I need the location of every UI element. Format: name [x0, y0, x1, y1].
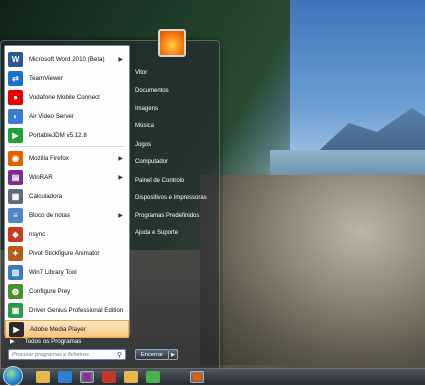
user-picture[interactable]	[158, 29, 186, 57]
program-label: Win7 Library Tool	[29, 268, 77, 276]
right-link[interactable]: Ajuda e Suporte	[135, 226, 217, 240]
program-item[interactable]: ◉ Mozilla Firefox ▶	[5, 149, 129, 167]
wallpaper-stone-shore	[200, 175, 425, 365]
filezilla-icon[interactable]	[102, 371, 116, 383]
search-input[interactable]: Procurar programas e ficheiros ⚲	[8, 349, 126, 360]
right-link[interactable]: Documentos	[135, 84, 217, 98]
folder-icon[interactable]	[124, 371, 138, 383]
program-label: Adobe Media Player	[30, 325, 86, 333]
firefox-taskbar-glyph	[193, 373, 201, 381]
shutdown-options-button[interactable]: ▶	[169, 349, 178, 360]
media-player-icon[interactable]	[58, 371, 72, 383]
airvideo-icon: ◐	[8, 108, 23, 124]
program-item[interactable]: ▤ WinRAR ▶	[5, 168, 129, 186]
program-label: Pivot Stickfigure Animator	[29, 249, 100, 257]
chrome-icon[interactable]	[146, 371, 160, 383]
pivot-icon: ✦	[8, 245, 23, 261]
program-item[interactable]: ⇄ TeamViewer	[5, 69, 129, 87]
shutdown-button[interactable]: Encerrar	[135, 349, 169, 360]
submenu-arrow-icon[interactable]: ▶	[118, 212, 123, 219]
right-link[interactable]: Jogos	[135, 138, 217, 152]
program-item[interactable]: ≡ Bloco de notas ▶	[5, 206, 129, 224]
firefox-taskbar-icon[interactable]	[190, 371, 204, 383]
winrar-taskbar-icon[interactable]	[80, 371, 94, 383]
program-item[interactable]: ▥ Win7 Library Tool	[5, 263, 129, 281]
program-item[interactable]: ✦ Pivot Stickfigure Animator	[5, 244, 129, 262]
driver-genius-icon: ▣	[8, 302, 23, 318]
program-label: Mozilla Firefox	[29, 154, 69, 162]
program-label: WinRAR	[29, 173, 53, 181]
right-link[interactable]: Computador	[135, 155, 217, 169]
program-item[interactable]: ◆ nsync	[5, 225, 129, 243]
triangle-right-icon: ▶	[10, 338, 15, 345]
vodafone-icon: ●	[8, 89, 23, 105]
right-link[interactable]: Painel de Controlo	[135, 174, 217, 188]
program-item[interactable]: ◍ Configure Prey	[5, 282, 129, 300]
program-label: nsync	[29, 230, 46, 238]
jdm-icon: ▶	[8, 127, 23, 143]
program-label: Air Video Server	[29, 112, 74, 120]
firefox-icon: ◉	[8, 150, 23, 166]
winrar-icon: ▤	[8, 169, 23, 185]
right-link[interactable]: Imagens	[135, 102, 217, 116]
right-link[interactable]: Vitor	[135, 66, 217, 80]
teamviewer-icon: ⇄	[8, 70, 23, 86]
program-item[interactable]: ▦ Calculadora	[5, 187, 129, 205]
right-link[interactable]: Música	[135, 119, 217, 133]
submenu-arrow-icon[interactable]: ▶	[118, 155, 123, 162]
all-programs-label: Todos os Programas	[24, 337, 82, 345]
program-item[interactable]: ◐ Air Video Server	[5, 107, 129, 125]
program-item[interactable]: ▶ PortableJDM v5.12.8	[5, 126, 129, 144]
program-label: Driver Genius Professional Edition	[29, 306, 124, 314]
submenu-arrow-icon[interactable]: ▶	[118, 56, 123, 63]
program-item[interactable]: ▣ Driver Genius Professional Edition	[5, 301, 129, 319]
start-orb-button[interactable]	[3, 366, 23, 386]
program-label: Vodafone Mobile Connect	[29, 93, 100, 101]
search-placeholder: Procurar programas e ficheiros	[12, 351, 89, 358]
calculator-icon: ▦	[8, 188, 23, 204]
program-list: W Microsoft Word 2010 (Beta) ▶ ⇄ TeamViewer ●…	[4, 45, 130, 338]
right-link[interactable]: Dispositivos e Impressoras	[135, 191, 217, 205]
word-icon: W	[8, 51, 23, 67]
program-item[interactable]: W Microsoft Word 2010 (Beta) ▶	[5, 50, 129, 68]
winrar-taskbar-glyph	[83, 373, 91, 381]
chevron-right-icon: ▶	[171, 351, 175, 358]
library-icon: ▥	[8, 264, 23, 280]
explorer-icon[interactable]	[36, 371, 50, 383]
shutdown-label: Encerrar	[140, 351, 164, 358]
notepad-icon: ≡	[8, 207, 23, 223]
program-label: Bloco de notas	[29, 211, 70, 219]
taskbar	[0, 366, 425, 386]
program-label: Configure Prey	[29, 287, 71, 295]
divider	[9, 146, 125, 147]
search-icon[interactable]: ⚲	[117, 351, 122, 359]
submenu-arrow-icon[interactable]: ▶	[118, 174, 123, 181]
program-label: Microsoft Word 2010 (Beta)	[29, 55, 105, 63]
start-menu: W Microsoft Word 2010 (Beta) ▶ ⇄ TeamViewer ●…	[0, 29, 220, 372]
program-label: Calculadora	[29, 192, 63, 200]
program-label: PortableJDM v5.12.8	[29, 131, 87, 139]
program-label: TeamViewer	[29, 74, 63, 82]
right-link[interactable]: Programas Predefinidos	[135, 209, 217, 223]
program-item[interactable]: ● Vodafone Mobile Connect	[5, 88, 129, 106]
nsync-icon: ◆	[8, 226, 23, 242]
prey-icon: ◍	[8, 283, 23, 299]
all-programs-button[interactable]: ▶ Todos os Programas	[4, 335, 128, 347]
